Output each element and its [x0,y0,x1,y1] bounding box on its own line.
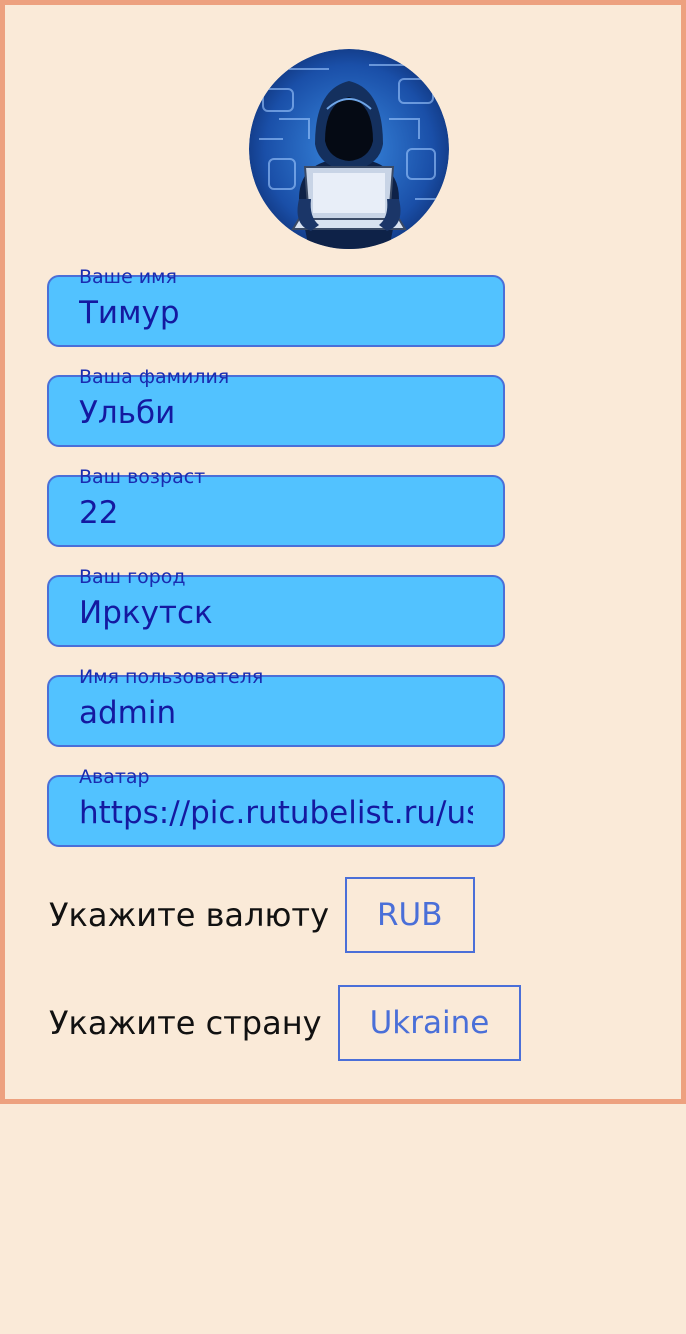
currency-label: Укажите валюту [49,896,329,934]
city-input[interactable] [79,591,473,635]
avatar [249,49,449,249]
username-field[interactable]: Имя пользователя [47,666,505,747]
currency-select[interactable]: RUB [345,877,475,953]
last-name-label: Ваша фамилия [79,366,230,388]
country-select[interactable]: Ukraine [337,985,522,1061]
age-label: Ваш возраст [79,466,206,488]
profile-card: Ваше имя Ваша фамилия Ваш возраст Ваш го… [0,0,686,1104]
first-name-input[interactable] [79,291,473,335]
first-name-label: Ваше имя [79,266,177,288]
last-name-input[interactable] [79,391,473,435]
city-label: Ваш город [79,566,186,588]
city-field[interactable]: Ваш город [47,566,505,647]
country-label: Укажите страну [49,1004,322,1042]
first-name-field[interactable]: Ваше имя [47,266,505,347]
currency-row: Укажите валюту RUB [49,877,475,953]
avatar-url-field[interactable]: Аватар [47,766,505,847]
avatar-url-input[interactable] [79,791,473,835]
username-label: Имя пользователя [79,666,264,688]
last-name-field[interactable]: Ваша фамилия [47,366,505,447]
age-field[interactable]: Ваш возраст [47,466,505,547]
username-input[interactable] [79,691,473,735]
country-row: Укажите страну Ukraine [49,985,522,1061]
hacker-avatar-icon [249,49,449,249]
avatar-url-label: Аватар [79,766,150,788]
age-input[interactable] [79,491,473,535]
